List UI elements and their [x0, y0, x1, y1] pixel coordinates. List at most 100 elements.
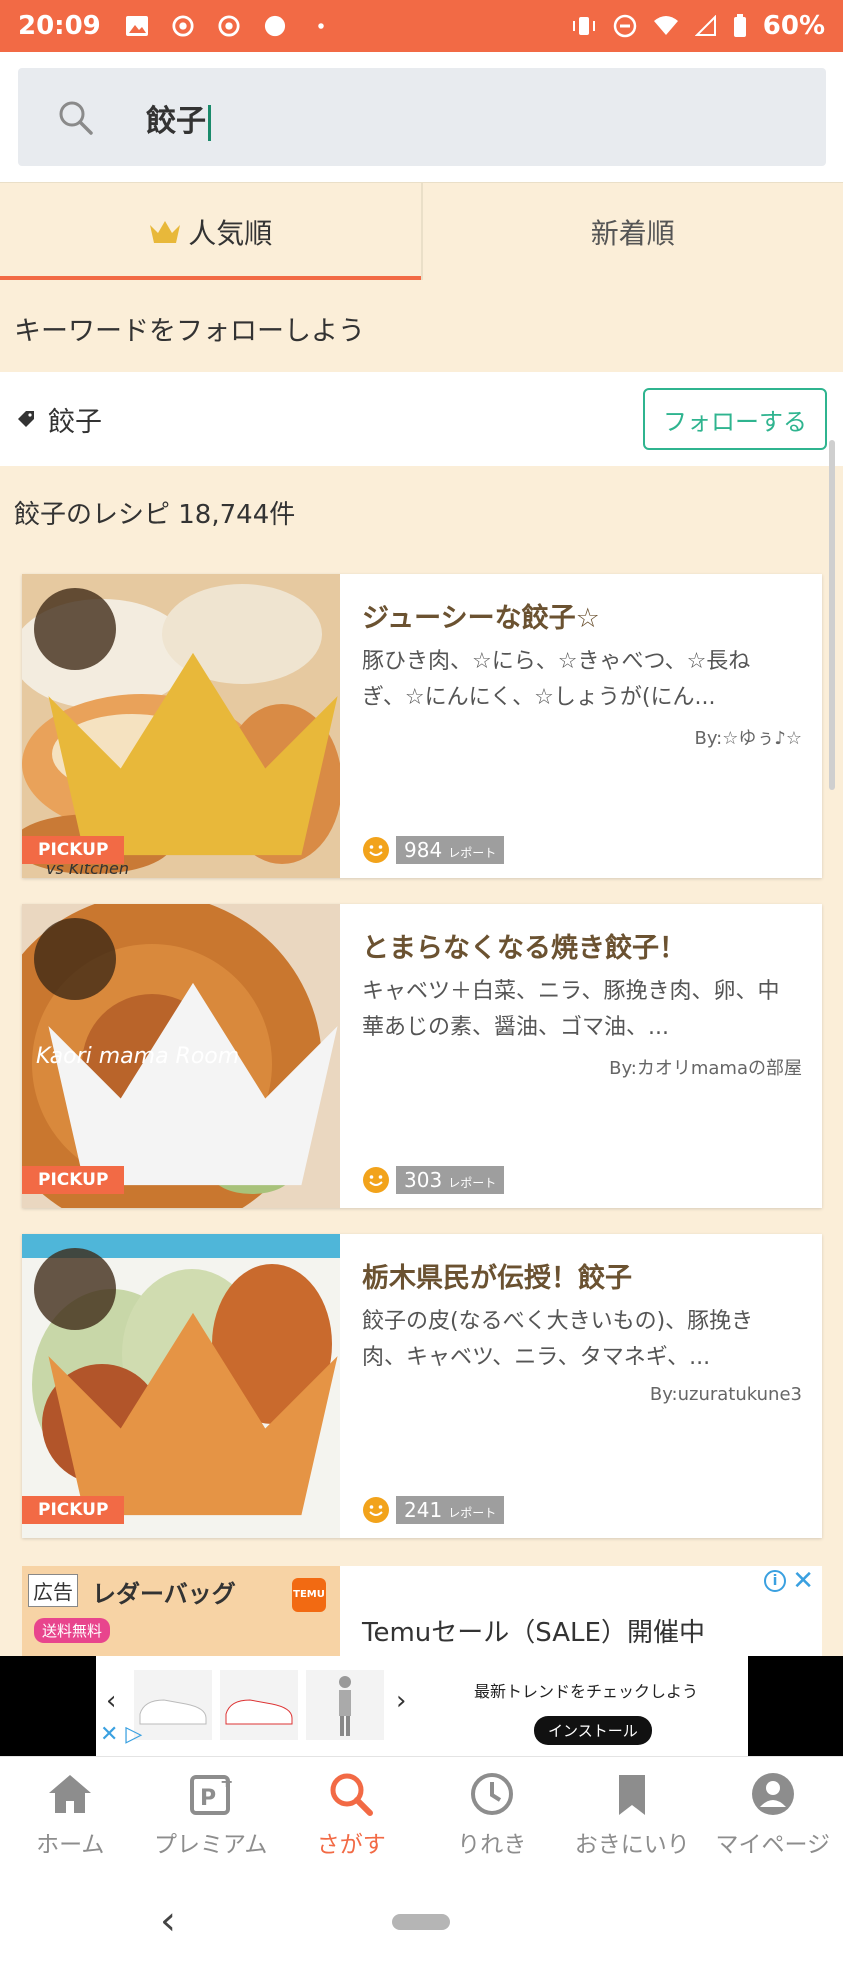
circle-notification-icon	[264, 15, 285, 37]
install-button[interactable]: インストール	[534, 1716, 652, 1745]
recipe-title: ジューシーな餃子☆	[362, 603, 600, 634]
shoe-icon	[139, 1699, 207, 1725]
nav-mypage[interactable]: マイページ	[703, 1757, 843, 1874]
tab-newest[interactable]: 新着順	[420, 183, 843, 280]
pickup-label: PICKUP	[22, 836, 125, 864]
ad-card[interactable]: レダーバッグ 広告 送料無料 TEMU Temuセール（SALE）開催中 i ✕	[22, 1566, 822, 1656]
follow-keyword-row: 餃子 フォローする	[0, 372, 843, 466]
nav-home[interactable]: ホーム	[0, 1757, 141, 1874]
temu-logo-icon: TEMU	[292, 1578, 326, 1612]
recipe-photo: 3位 PICKUP	[22, 1234, 340, 1538]
clock-icon	[470, 1773, 513, 1815]
do-not-disturb-icon	[613, 14, 637, 38]
shoe-icon	[225, 1699, 293, 1725]
smile-icon	[363, 837, 389, 863]
search-query: 餃子	[146, 96, 211, 141]
ad-choices-icon[interactable]: ✕ ▷	[100, 1722, 142, 1747]
result-count: 餃子のレシピ 18,744件	[14, 500, 296, 530]
ad-product-name: レダーバッグ	[92, 1580, 236, 1608]
report-count: 241 レポート	[362, 1496, 505, 1524]
recipe-photo: 1位 vs Kitchen PICKUP	[22, 574, 340, 878]
ad-info-icon[interactable]: i	[764, 1570, 786, 1592]
battery-percent: 60%	[762, 11, 825, 41]
recipe-photo: 2位 Kaori mama Room PICKUP	[22, 904, 340, 1208]
recipe-author: By:☆ゆぅ♪☆	[694, 728, 802, 749]
bookmark-icon	[619, 1775, 646, 1815]
vibrate-icon	[572, 17, 595, 35]
chevron-left-icon[interactable]: ‹	[106, 1686, 116, 1716]
sort-tabs: 人気順 新着順	[0, 182, 843, 280]
tab-popular-label: 人気順	[188, 216, 273, 250]
back-icon[interactable]: ‹	[160, 1898, 176, 1944]
banner-ad[interactable]: ‹ › 最新トレンドをチェックしよう インストール ✕ ▷	[0, 1656, 843, 1756]
pickup-label: PICKUP	[22, 1166, 125, 1194]
banner-ad-content[interactable]: ‹ › 最新トレンドをチェックしよう インストール ✕ ▷	[96, 1656, 748, 1756]
scrollbar[interactable]	[829, 440, 835, 790]
ad-badge: 広告	[28, 1574, 78, 1607]
home-pill-icon[interactable]	[392, 1914, 450, 1930]
shoe-image-1	[134, 1670, 212, 1740]
recipe-ingredients: 豚ひき肉、☆にら、☆きゃべつ、☆長ねぎ、☆にんにく、☆しょうが(にん...	[362, 649, 751, 710]
system-nav-bar: ‹	[0, 1874, 843, 1971]
home-icon	[49, 1775, 92, 1813]
recipe-card[interactable]: 1位 vs Kitchen PICKUP ジューシーな餃子☆ 豚ひき肉、☆にら、…	[22, 574, 822, 878]
chevron-right-icon[interactable]: ›	[396, 1686, 406, 1716]
rank-badge: 3位	[34, 1248, 338, 1516]
recipe-card[interactable]: 2位 Kaori mama Room PICKUP とまらなくなる焼き餃子！ キ…	[22, 904, 822, 1208]
person-icon	[751, 1773, 794, 1815]
tab-popular[interactable]: 人気順	[0, 183, 421, 280]
recipe-card[interactable]: 3位 PICKUP 栃木県民が伝授！餃子 餃子の皮(なるべく大きいもの)、豚挽き…	[22, 1234, 822, 1538]
svg-text:+: +	[220, 1772, 233, 1791]
report-number: 303	[404, 1168, 443, 1192]
report-unit: レポート	[448, 846, 497, 860]
recipe-author: By:uzuratukune3	[649, 1384, 802, 1405]
chrome-notification-icon-2	[218, 15, 240, 37]
dot-notification-icon	[318, 23, 324, 29]
search-icon	[59, 101, 93, 135]
report-badge: 241 レポート	[396, 1496, 505, 1524]
nav-favorites[interactable]: おきにいり	[562, 1757, 703, 1874]
search-icon	[330, 1773, 374, 1816]
recipe-ingredients: 餃子の皮(なるべく大きいもの)、豚挽き肉、キャベツ、ニラ、タマネギ、...	[362, 1309, 754, 1370]
ad-text: Temuセール（SALE）開催中	[362, 1618, 705, 1648]
report-unit: レポート	[448, 1506, 497, 1520]
search-query-text: 餃子	[146, 104, 206, 139]
banner-headline: 最新トレンドをチェックしよう	[474, 1682, 699, 1701]
report-count: 303 レポート	[362, 1166, 505, 1194]
nav-home-label: ホーム	[36, 1832, 105, 1858]
rank-badge: 2位	[34, 918, 338, 1186]
pickup-label: PICKUP	[22, 1496, 125, 1524]
nav-search[interactable]: さがす	[281, 1757, 422, 1874]
text-caret	[208, 104, 211, 141]
image-notification-icon	[125, 16, 148, 36]
status-bar: 20:09 60%	[0, 0, 843, 52]
ad-image: レダーバッグ 広告 送料無料 TEMU	[22, 1566, 340, 1656]
ad-close-icon[interactable]: ✕	[792, 1566, 814, 1596]
nav-history[interactable]: りれき	[422, 1757, 563, 1874]
report-count: 984 レポート	[362, 836, 505, 864]
bottom-nav: ホーム P + プレミアム さがす りれき おきにいり マイページ	[0, 1756, 843, 1874]
tab-newest-label: 新着順	[590, 216, 675, 250]
premium-icon: P+	[189, 1772, 233, 1815]
status-time: 20:09	[18, 11, 101, 41]
follow-button[interactable]: フォローする	[643, 388, 827, 450]
nav-favorites-label: おきにいり	[574, 1832, 690, 1858]
search-input[interactable]: 餃子	[18, 68, 826, 166]
report-number: 241	[404, 1498, 443, 1522]
tag-icon	[18, 411, 34, 427]
crown-icon	[150, 220, 181, 243]
nav-search-label: さがす	[316, 1832, 386, 1858]
recipe-author: By:カオリmamaの部屋	[609, 1058, 802, 1079]
follow-keyword: 餃子	[48, 406, 102, 438]
nav-premium[interactable]: P + プレミアム	[141, 1757, 282, 1874]
nav-history-label: りれき	[457, 1832, 527, 1858]
smile-icon	[363, 1167, 389, 1193]
recipe-title: 栃木県民が伝授！餃子	[362, 1263, 632, 1294]
model-image	[306, 1670, 384, 1740]
nav-mypage-label: マイページ	[715, 1832, 831, 1858]
nav-premium-label: プレミアム	[154, 1832, 268, 1858]
recipe-ingredients: キャベツ＋白菜、ニラ、豚挽き肉、卵、中華あじの素、醤油、ゴマ油、...	[362, 979, 780, 1040]
chrome-notification-icon	[172, 15, 194, 37]
smile-icon	[363, 1497, 389, 1523]
svg-text:P: P	[200, 1786, 216, 1811]
